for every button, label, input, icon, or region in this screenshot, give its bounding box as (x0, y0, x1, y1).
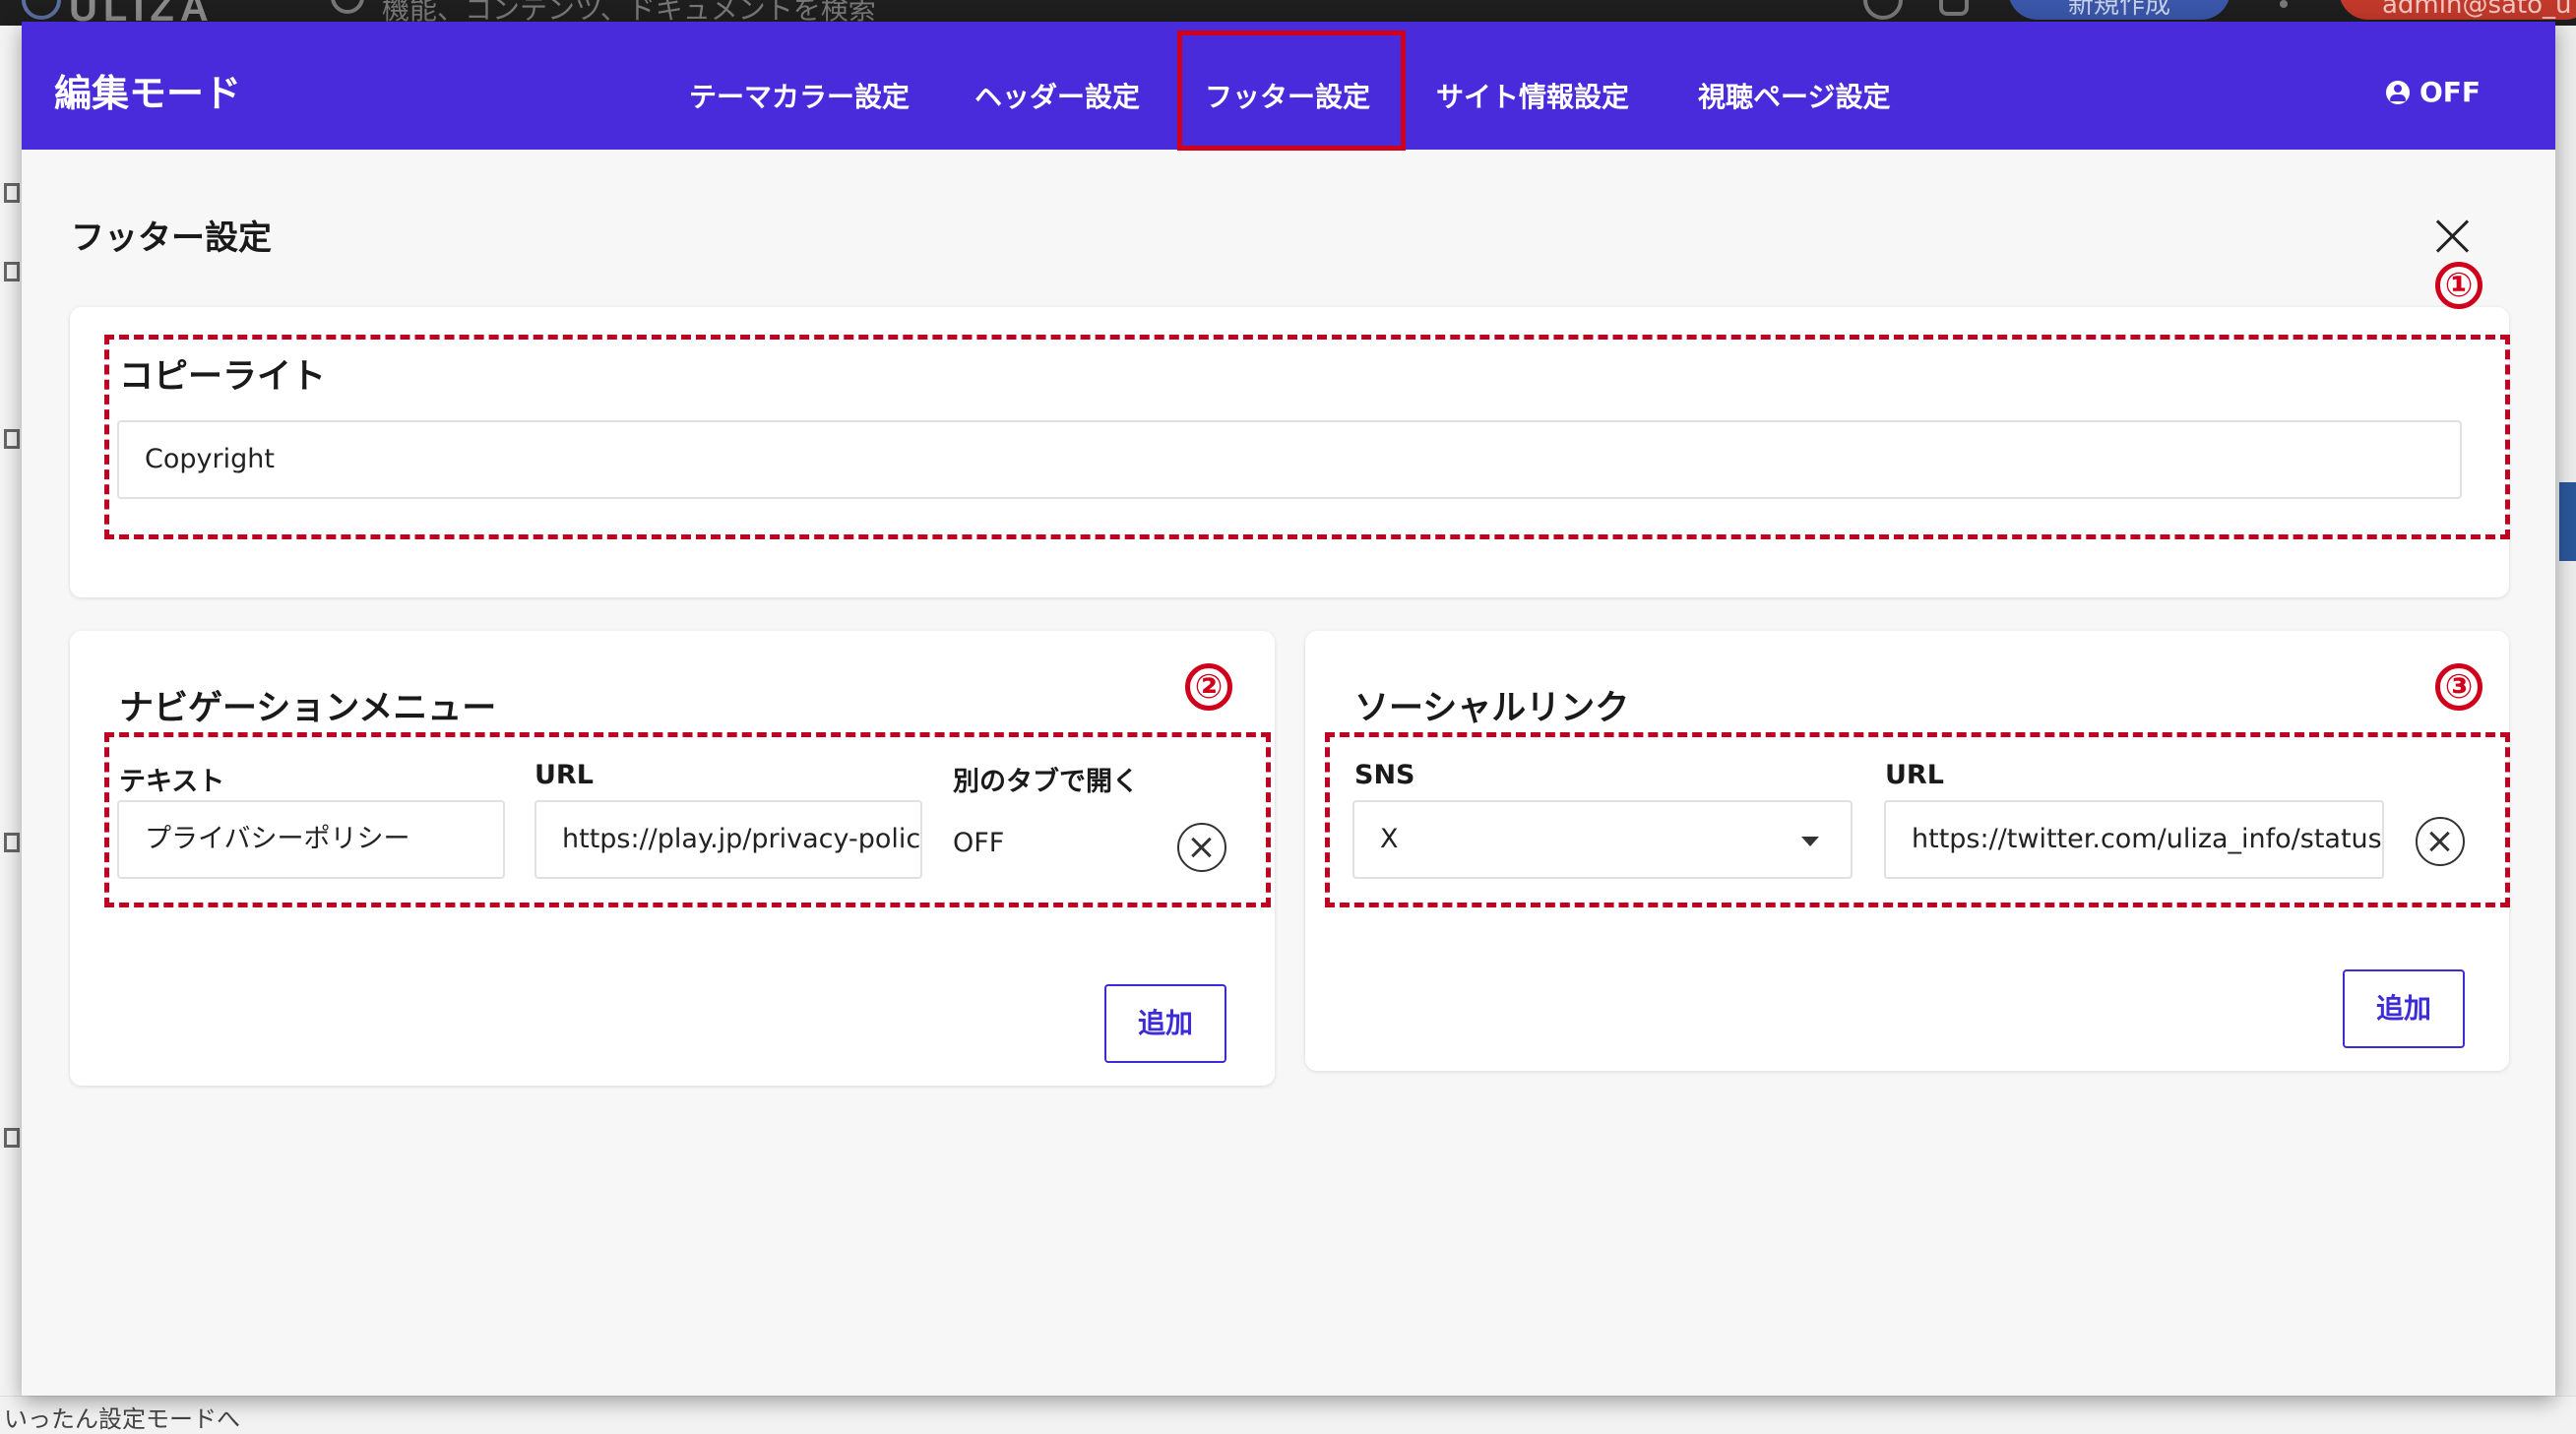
annotation-marker-1: ① (2435, 262, 2482, 309)
account-circle-icon (2386, 80, 2410, 104)
tab-site-info[interactable]: サイト情報設定 (1436, 76, 1629, 115)
sidebar-video-icon (4, 183, 20, 203)
logo-icon (22, 0, 61, 20)
close-icon[interactable] (2435, 218, 2471, 254)
annotation-marker-2: ② (1185, 663, 1232, 711)
bell-icon (1939, 0, 1969, 16)
edit-mode-modal: 編集モード テーマカラー設定 ヘッダー設定 フッター設定 サイト情報設定 視聴ペ… (22, 22, 2555, 1396)
edit-mode-title: 編集モード (54, 72, 242, 115)
more-vert-icon (2280, 0, 2288, 8)
active-tab-highlight (1177, 31, 1406, 151)
help-icon (1863, 0, 1903, 20)
annotation-box-3 (1325, 732, 2510, 907)
tab-viewing-page[interactable]: 視聴ページ設定 (1698, 76, 1890, 115)
edit-mode-toggle-label: OFF (2419, 76, 2482, 108)
sidebar-list-icon (4, 429, 20, 449)
tab-header[interactable]: ヘッダー設定 (974, 76, 1140, 115)
background-new-button: 新規作成 (2008, 0, 2230, 20)
search-icon (331, 0, 364, 14)
annotation-marker-3: ③ (2435, 663, 2482, 711)
page-title: フッター設定 (71, 218, 272, 258)
navigation-menu-title: ナビゲーションメニュー (119, 689, 497, 728)
background-right-edge (2555, 26, 2576, 1403)
background-right-accent (2559, 482, 2576, 561)
annotation-box-2 (104, 732, 1271, 907)
tab-theme-color[interactable]: テーマカラー設定 (689, 76, 910, 115)
social-add-button[interactable]: 追加 (2343, 969, 2465, 1048)
background-bottom-bar (0, 1396, 2576, 1434)
sidebar-add-icon (4, 262, 20, 281)
background-sidebar (0, 26, 24, 1403)
background-bottom-text: いったん設定モードへ (4, 1405, 240, 1433)
social-links-title: ソーシャルリンク (1354, 689, 1630, 728)
sidebar-settings-icon (4, 1128, 20, 1148)
nav-add-button[interactable]: 追加 (1104, 984, 1226, 1063)
edit-mode-header: 編集モード テーマカラー設定 ヘッダー設定 フッター設定 サイト情報設定 視聴ペ… (22, 22, 2555, 151)
annotation-box-1 (104, 335, 2510, 539)
edit-mode-toggle[interactable]: OFF (2386, 76, 2481, 108)
background-user-badge: admin@sato_u (2339, 0, 2576, 20)
sidebar-play-icon (4, 833, 20, 852)
